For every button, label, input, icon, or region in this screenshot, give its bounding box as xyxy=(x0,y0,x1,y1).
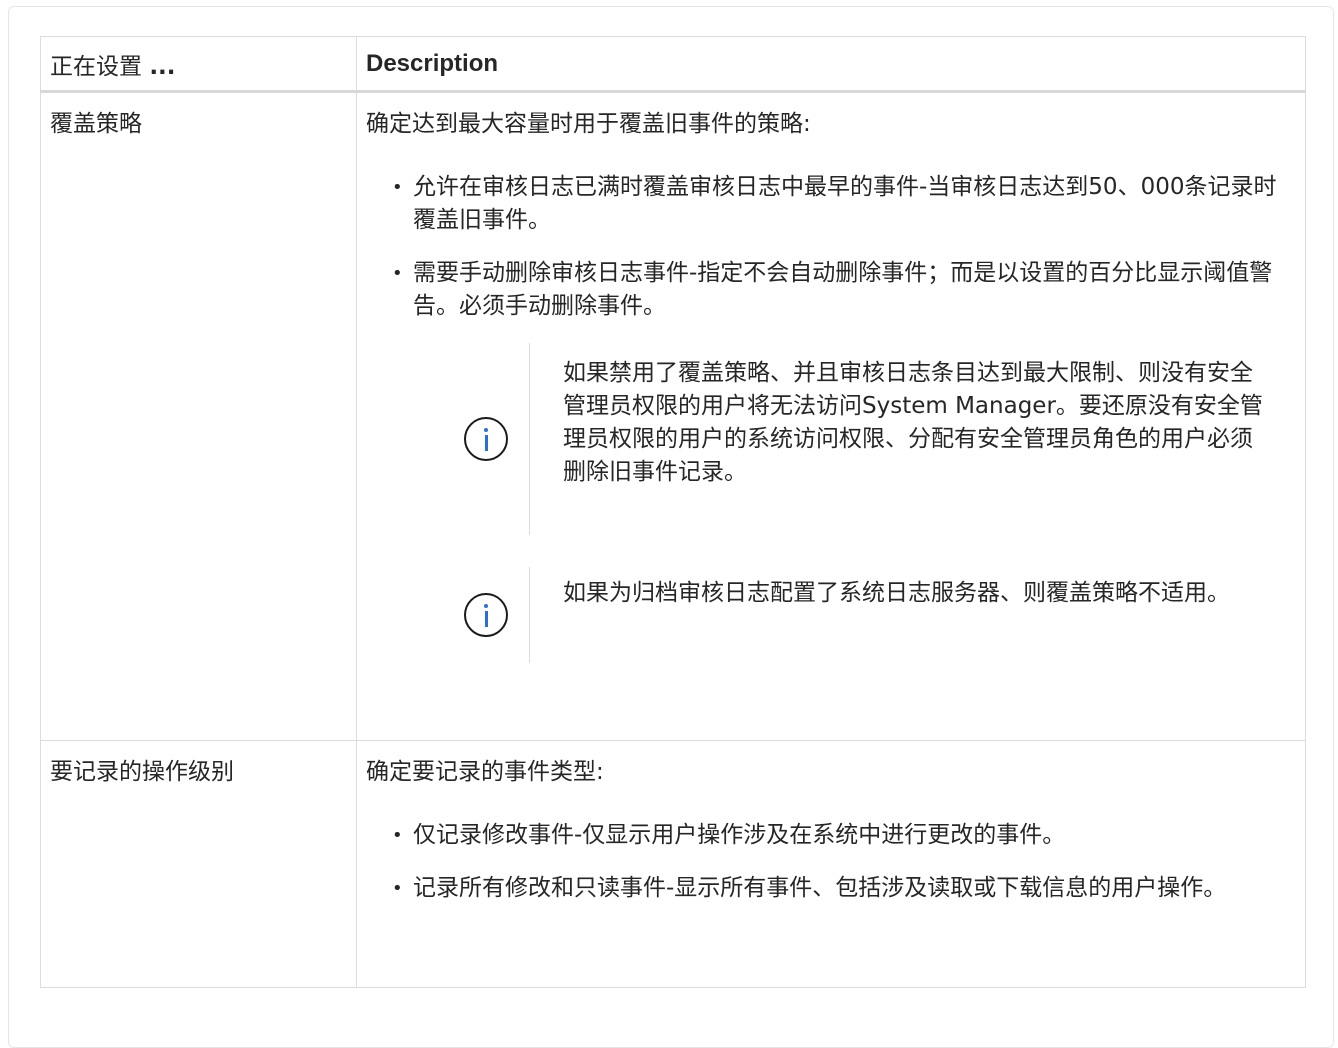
description-lead: 确定达到最大容量时用于覆盖旧事件的策略: xyxy=(366,111,811,137)
description-lead: 确定要记录的事件类型: xyxy=(366,759,604,785)
note-text: 如果为归档审核日志配置了系统日志服务器、则覆盖策略不适用。 xyxy=(563,580,1230,606)
list-item-text: 允许在审核日志已满时覆盖审核日志中最早的事件-当审核日志达到50、000条记录时… xyxy=(413,174,1277,233)
list-item-text: 记录所有修改和只读事件-显示所有事件、包括涉及读取或下载信息的用户操作。 xyxy=(413,875,1227,901)
header-description: Description xyxy=(356,36,1306,93)
table-header-row: 正在设置 ... Description xyxy=(40,36,1306,93)
list-item: • 允许在审核日志已满时覆盖审核日志中最早的事件-当审核日志达到50、000条记录… xyxy=(392,171,1296,237)
note-divider xyxy=(529,567,530,663)
list-item-text: 需要手动删除审核日志事件-指定不会自动删除事件；而是以设置的百分比显示阈值警告。… xyxy=(413,260,1273,319)
bullet-dot-icon: • xyxy=(392,177,403,198)
info-icon-column xyxy=(443,343,529,535)
option-list: • 允许在审核日志已满时覆盖审核日志中最早的事件-当审核日志达到50、000条记录… xyxy=(366,171,1296,323)
description-cell: 确定要记录的事件类型: • 仅记录修改事件-仅显示用户操作涉及在系统中进行更改的事… xyxy=(356,740,1306,988)
note-divider xyxy=(529,343,530,535)
bullet-dot-icon: • xyxy=(392,263,403,284)
setting-cell: 要记录的操作级别 xyxy=(40,740,357,988)
table-row: 覆盖策略 确定达到最大容量时用于覆盖旧事件的策略: • 允许在审核日志已满时覆盖审… xyxy=(40,91,1306,741)
bullet-dot-icon: • xyxy=(392,825,403,846)
option-list: • 仅记录修改事件-仅显示用户操作涉及在系统中进行更改的事件。 • 记录所有修改和只… xyxy=(366,819,1296,905)
table-row: 要记录的操作级别 确定要记录的事件类型: • 仅记录修改事件-仅显示用户操作涉及在… xyxy=(40,740,1306,988)
header-setting: 正在设置 ... xyxy=(40,36,357,93)
list-item: • 仅记录修改事件-仅显示用户操作涉及在系统中进行更改的事件。 xyxy=(392,819,1296,852)
info-icon-column xyxy=(443,567,529,663)
header-setting-label: 正在设置 xyxy=(50,53,142,80)
header-ellipsis: ... xyxy=(149,53,176,80)
settings-table: 正在设置 ... Description 覆盖策略 确定达到最大容量时用于覆盖旧… xyxy=(40,36,1306,988)
bullet-dot-icon: • xyxy=(392,878,403,899)
list-item: • 记录所有修改和只读事件-显示所有事件、包括涉及读取或下载信息的用户操作。 xyxy=(392,872,1296,905)
description-cell: 确定达到最大容量时用于覆盖旧事件的策略: • 允许在审核日志已满时覆盖审核日志中最… xyxy=(356,91,1306,741)
info-circle-icon xyxy=(464,593,508,637)
info-note: 如果为归档审核日志配置了系统日志服务器、则覆盖策略不适用。 xyxy=(443,567,1273,663)
setting-cell: 覆盖策略 xyxy=(40,91,357,741)
info-note: 如果禁用了覆盖策略、并且审核日志条目达到最大限制、则没有安全管理员权限的用户将无… xyxy=(443,343,1273,535)
info-circle-icon xyxy=(464,417,508,461)
list-item-text: 仅记录修改事件-仅显示用户操作涉及在系统中进行更改的事件。 xyxy=(413,822,1066,848)
list-item: • 需要手动删除审核日志事件-指定不会自动删除事件；而是以设置的百分比显示阈值警告… xyxy=(392,257,1296,323)
note-text: 如果禁用了覆盖策略、并且审核日志条目达到最大限制、则没有安全管理员权限的用户将无… xyxy=(563,360,1263,485)
